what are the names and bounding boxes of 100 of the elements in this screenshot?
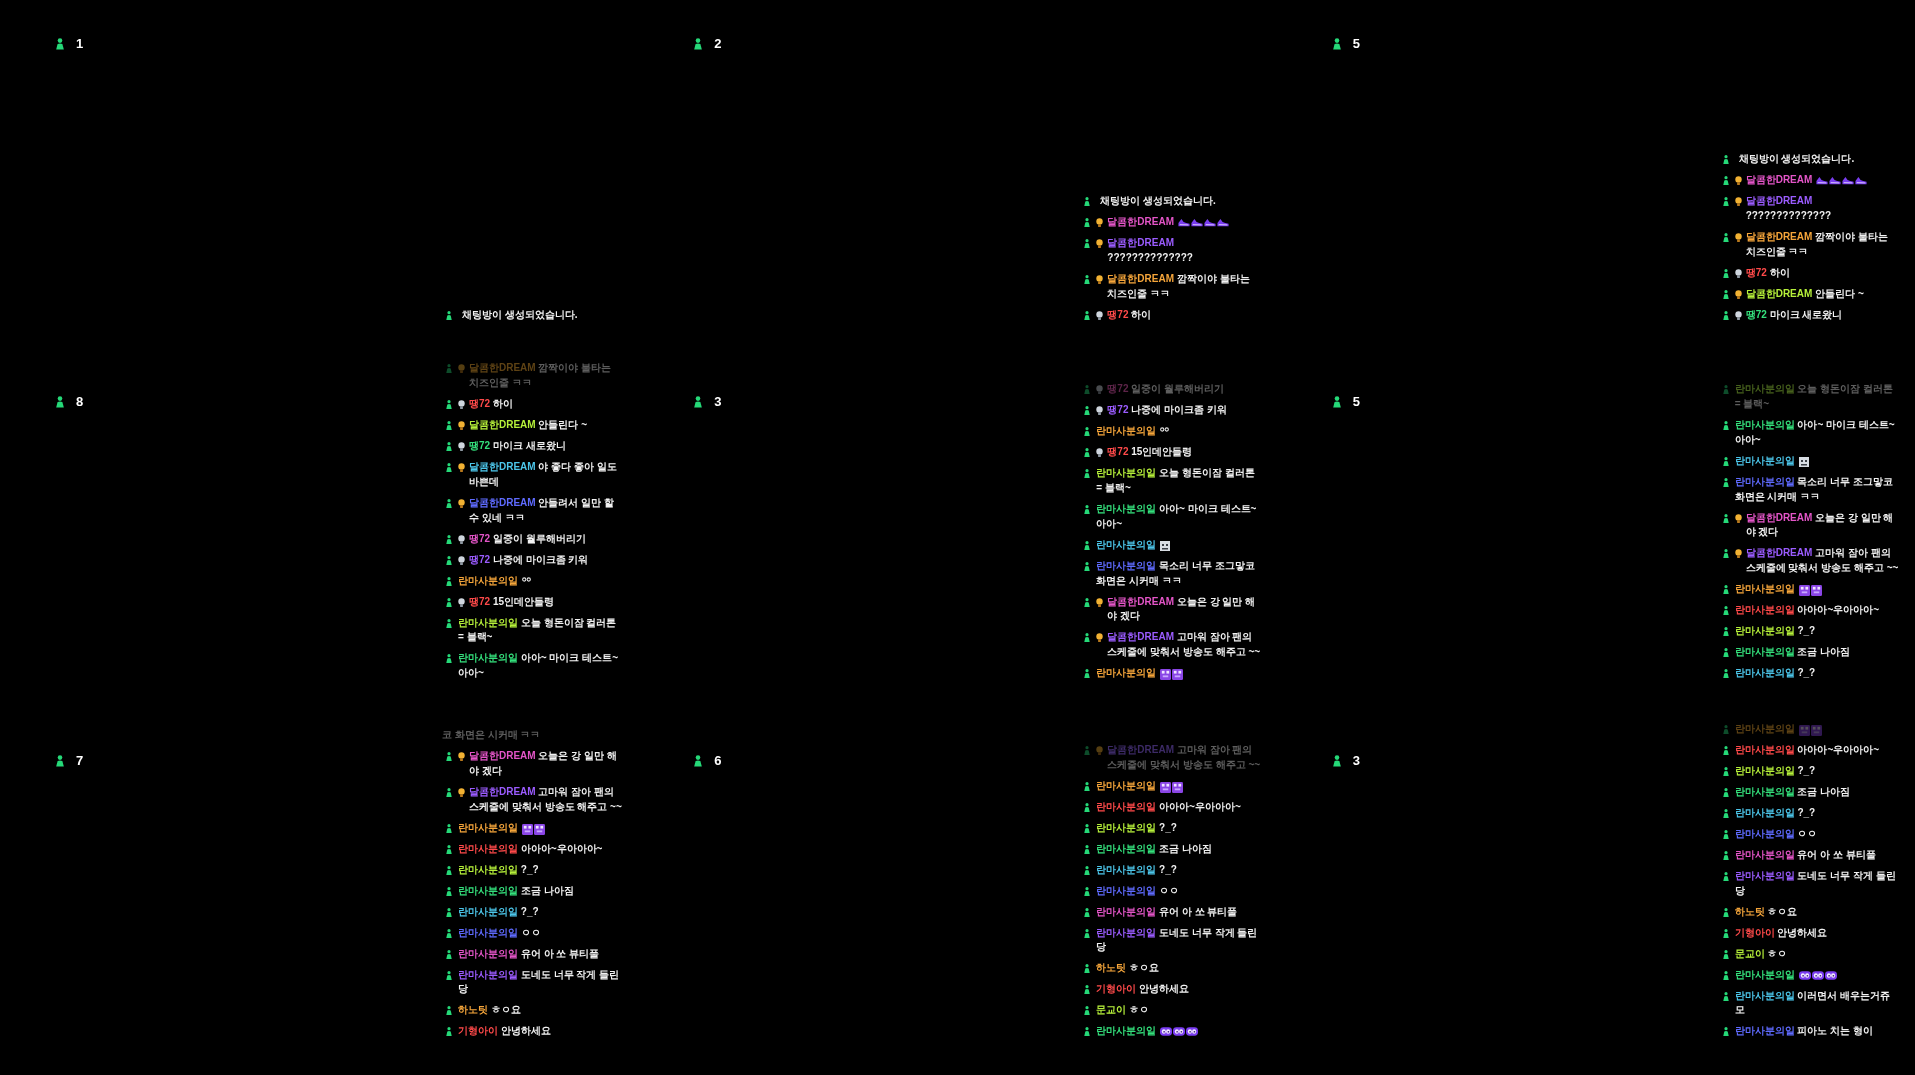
nickname: 란마사분의일 — [1734, 453, 1795, 468]
person-icon — [1722, 155, 1729, 165]
chat-message: 땡72 일중이 월루해버리기 — [1107, 382, 1225, 397]
person-icon — [1722, 310, 1729, 320]
chat-message: 땡72 나중에 마이크좀 키워 — [469, 552, 590, 567]
nickname: 란마사분의일 — [1734, 967, 1795, 982]
chat-message: 달콤한DREAM ?????????????? — [1745, 194, 1833, 223]
person-icon — [1084, 385, 1091, 395]
viewer-count: 3 — [1352, 752, 1360, 769]
person-icon — [446, 970, 452, 980]
system-message: 채팅방이 생성되었습니다. — [1738, 152, 1855, 167]
chat-message: 란마사분의일 조금 나아짐 — [1096, 841, 1213, 856]
nickname: 란마사분의일 — [1096, 778, 1157, 793]
person-icon — [446, 364, 452, 374]
person-icon — [55, 754, 65, 767]
person-icon — [1084, 802, 1091, 812]
person-icon — [446, 886, 452, 896]
chat-message: 란마사분의일 아아아~우아아아~ — [1096, 799, 1242, 814]
person-icon — [1084, 1027, 1091, 1037]
person-icon — [1722, 232, 1729, 242]
chat-message: 땡72 하이 — [1107, 307, 1153, 322]
viewer-count: 5 — [1352, 394, 1360, 411]
chat-message: 땡72 나중에 마이크좀 키워 — [1107, 403, 1228, 418]
chat-message: 달콤한DREAM 깜짝이야 불타는 치즈인줄 ㅋㅋ — [469, 361, 613, 391]
viewer-count: 1 — [76, 36, 84, 52]
person-icon — [1084, 985, 1091, 995]
chat-message: 달콤한DREAM 고마워 잠아 팬의 스케줄에 맞춰서 방송도 해주고 ~~ — [1107, 742, 1261, 772]
chat-message: 란마사분의일 ?_? — [1734, 623, 1817, 638]
person-icon — [446, 928, 452, 938]
person-icon — [1084, 561, 1091, 571]
chat-message: 땡72 하이 — [469, 397, 514, 412]
person-icon — [1084, 239, 1091, 249]
person-icon — [1722, 745, 1729, 755]
person-icon — [1722, 991, 1729, 1001]
person-icon — [1084, 469, 1091, 479]
chat-message: 달콤한DREAM 안들려서 일만 할수 있네 ㅋㅋ — [469, 495, 615, 525]
person-icon — [446, 787, 452, 797]
chat-message: 란마사분의일 ?_? — [1734, 763, 1817, 778]
chat-message: 란마사분의일 유어 아 쏘 뷰티풀 — [458, 946, 601, 961]
message-text: 코 화면은 시커매 ㅋㅋ — [442, 728, 541, 743]
person-icon — [1084, 1006, 1091, 1016]
chat-message: 란마사분의일 아아~ 마이크 테스트~ 아아~ — [458, 651, 619, 680]
chat-message: 란마사분의일 오늘 형돈이잠 컬러톤 = 블랙~ — [1734, 382, 1894, 412]
person-icon — [446, 1027, 452, 1037]
person-icon — [1722, 970, 1729, 980]
person-icon — [1722, 829, 1729, 839]
person-icon — [446, 421, 452, 431]
chat-message: 란마사분의일 ?_? — [1096, 862, 1178, 877]
chat-message: 하노팃 ㅎㅇ요 — [458, 1003, 522, 1018]
chat-message: 란마사분의일 아아아~우아아아~ — [458, 841, 604, 856]
person-icon — [1722, 289, 1729, 299]
person-icon — [1722, 668, 1729, 678]
viewer-count: 5 — [1352, 36, 1360, 52]
person-icon — [446, 949, 452, 959]
person-icon — [1722, 647, 1729, 657]
chat-message: 란마사분의일 도네도 너무 작게 들린당 — [458, 967, 621, 997]
person-icon — [1084, 406, 1091, 416]
person-icon — [1722, 626, 1729, 636]
person-icon — [446, 752, 452, 762]
chat-message: 란마사분의일 이러면서 배우는거쥬 모 — [1734, 988, 1892, 1018]
chat-message: 문교이 ㅎㅇ — [1096, 1003, 1151, 1018]
chat-message: 란마사분의일 도네도 너무 작게 들린당 — [1096, 925, 1259, 955]
chat-message: 달콤한DREAM 야 좋다 좋아 일도 바쁜데 — [469, 460, 618, 489]
person-icon — [1084, 633, 1091, 643]
person-icon — [446, 654, 452, 664]
person-icon — [1084, 865, 1091, 875]
person-icon — [1084, 781, 1091, 791]
chat-message: 란마사분의일 유어 아 쏘 뷰티풀 — [1734, 847, 1877, 862]
chat-message: 란마사분의일 ㅇㅇ — [458, 925, 542, 940]
person-icon — [1722, 787, 1729, 797]
chat-message: 란마사분의일 오늘 형돈이잠 컬러톤 = 블랙~ — [1096, 466, 1256, 496]
person-icon — [446, 400, 452, 410]
chat-message: 문교이 ㅎㅇ — [1734, 946, 1789, 961]
person-icon — [446, 310, 452, 320]
person-icon — [1084, 844, 1091, 854]
chat-message: 란마사분의일 목소리 너무 조그맣코 화면은 시커매 ㅋㅋ — [1096, 558, 1256, 588]
chat-message: 란마사분의일 도네도 너무 작게 들린당 — [1734, 868, 1897, 898]
person-icon — [1722, 385, 1729, 395]
chat-message: 기형아이 안녕하세요 — [458, 1024, 552, 1039]
person-icon — [1722, 477, 1729, 487]
chat-message: 기형아이 안녕하세요 — [1734, 925, 1829, 940]
chat-message: 란마사분의일 오늘 형돈이잠 컬러톤 = 블랙~ — [458, 615, 618, 645]
person-icon — [446, 498, 452, 508]
person-icon — [693, 396, 704, 409]
person-icon — [1722, 808, 1729, 818]
person-icon — [446, 463, 452, 473]
person-icon — [446, 597, 452, 607]
person-icon — [446, 442, 452, 452]
person-icon — [1084, 427, 1091, 437]
viewer-count: 8 — [76, 394, 84, 411]
chat-message: 란마사분의일 조금 나아짐 — [1734, 644, 1852, 659]
person-icon — [1084, 274, 1091, 284]
chat-message: 란마사분의일 아아아~우아아아~ — [1734, 602, 1881, 617]
person-icon — [446, 865, 452, 875]
chat-message: 달콤한DREAM 안들린다 ~ — [469, 418, 589, 433]
person-icon — [1722, 766, 1729, 776]
chat-message: 란마사분의일 피아노 치는 형이 — [1734, 1024, 1874, 1039]
person-icon — [1722, 584, 1729, 594]
chat-message: 달콤한DREAM 오늘은 강 일만 해야 겠다 — [1107, 594, 1257, 624]
person-icon — [446, 576, 452, 586]
